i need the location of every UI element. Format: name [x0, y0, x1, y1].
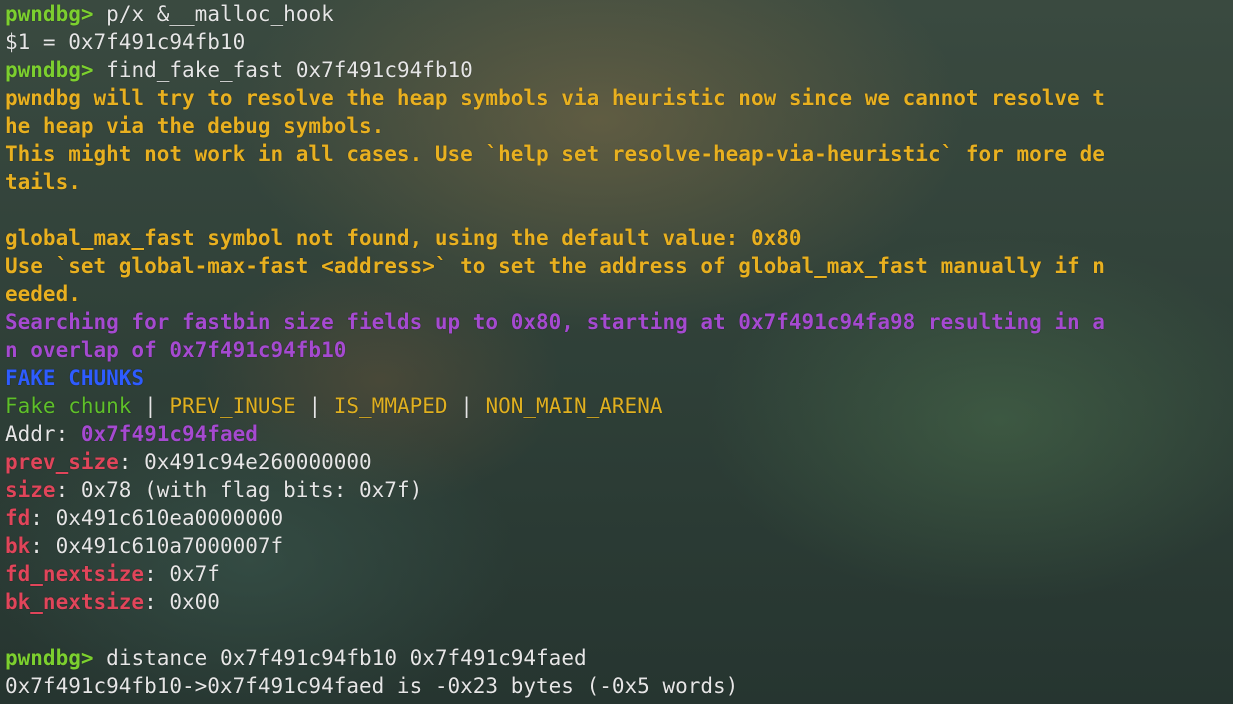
field-key: fd	[5, 506, 31, 530]
addr-line: Addr: 0x7f491c94faed	[5, 420, 1105, 448]
command-text: p/x &__malloc_hook	[106, 2, 334, 26]
field-bk-nextsize: bk_nextsize: 0x00	[5, 588, 1105, 616]
command-line: pwndbg> distance 0x7f491c94fb10 0x7f491c…	[5, 644, 1105, 672]
field-bk: bk: 0x491c610a7000007f	[5, 532, 1105, 560]
terminal-output: pwndbg> p/x &__malloc_hook $1 = 0x7f491c…	[5, 0, 1105, 700]
output-line: 0x7f491c94fb10->0x7f491c94faed is -0x23 …	[5, 674, 739, 698]
command-text: distance 0x7f491c94fb10 0x7f491c94faed	[106, 646, 587, 670]
separator: |	[295, 394, 334, 418]
field-key: bk	[5, 534, 31, 558]
command-text: find_fake_fast 0x7f491c94fb10	[106, 58, 473, 82]
warning-line: Use `set global-max-fast <address>` to s…	[5, 254, 1105, 278]
warning-line: This might not work in all cases. Use `h…	[5, 142, 1105, 166]
terminal-window[interactable]: pwndbg> p/x &__malloc_hook $1 = 0x7f491c…	[0, 0, 1233, 704]
prompt: pwndbg>	[5, 646, 94, 670]
command-line: pwndbg> find_fake_fast 0x7f491c94fb10	[5, 56, 1105, 84]
field-size: size: 0x78 (with flag bits: 0x7f)	[5, 476, 1105, 504]
field-key: fd_nextsize	[5, 562, 145, 586]
addr-key: Addr:	[5, 422, 69, 446]
field-key: prev_size	[5, 450, 119, 474]
field-key: size	[5, 478, 56, 502]
field-value: : 0x7f	[144, 562, 220, 586]
prompt: pwndbg>	[5, 58, 94, 82]
field-value: : 0x78 (with flag bits: 0x7f)	[55, 478, 423, 502]
separator: |	[447, 394, 486, 418]
output-line: $1 = 0x7f491c94fb10	[5, 30, 246, 54]
warning-line: he heap via the debug symbols.	[5, 114, 385, 138]
addr-value: 0x7f491c94faed	[80, 422, 258, 446]
field-value: : 0x491c610ea0000000	[30, 506, 284, 530]
command-line: pwndbg> p/x &__malloc_hook	[5, 0, 1105, 28]
warning-line: pwndbg will try to resolve the heap symb…	[5, 86, 1105, 110]
search-info-line: Searching for fastbin size fields up to …	[5, 310, 1105, 334]
warning-line: global_max_fast symbol not found, using …	[5, 226, 802, 250]
field-fd: fd: 0x491c610ea0000000	[5, 504, 1105, 532]
field-fd-nextsize: fd_nextsize: 0x7f	[5, 560, 1105, 588]
chunk-flags-line: Fake chunk | PREV_INUSE | IS_MMAPED | NO…	[5, 392, 1105, 420]
flag-non-main-arena: NON_MAIN_ARENA	[485, 394, 663, 418]
field-value: : 0x491c610a7000007f	[30, 534, 284, 558]
field-prev-size: prev_size: 0x491c94e260000000	[5, 448, 1105, 476]
warning-line: tails.	[5, 170, 81, 194]
field-value: : 0x491c94e260000000	[118, 450, 372, 474]
search-info-line: n overlap of 0x7f491c94fb10	[5, 338, 347, 362]
fake-chunks-header: FAKE CHUNKS	[5, 366, 145, 390]
prompt: pwndbg>	[5, 2, 94, 26]
warning-line: eeded.	[5, 282, 81, 306]
field-value: : 0x00	[144, 590, 220, 614]
field-key: bk_nextsize	[5, 590, 145, 614]
chunk-label: Fake chunk	[5, 394, 132, 418]
flag-prev-inuse: PREV_INUSE	[169, 394, 296, 418]
separator: |	[131, 394, 170, 418]
flag-is-mmaped: IS_MMAPED	[333, 394, 448, 418]
